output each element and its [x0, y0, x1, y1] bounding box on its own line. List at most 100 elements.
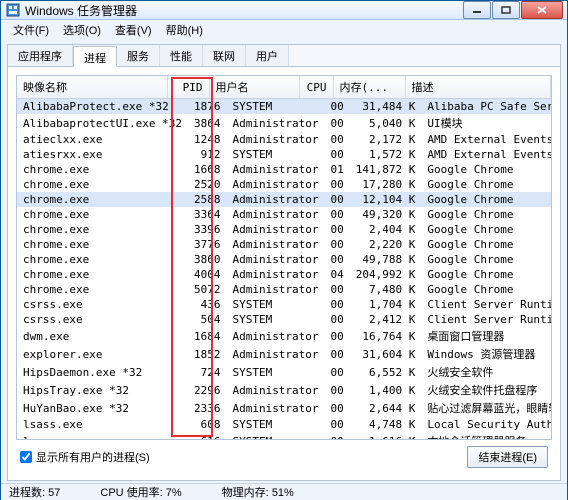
cell-name: chrome.exe [17, 177, 188, 192]
menu-view[interactable]: 查看(V) [109, 20, 158, 40]
cell-user: Administrator [226, 267, 324, 282]
table-row[interactable]: explorer.exe1852Administrator0031,604 KW… [17, 345, 551, 363]
show-all-users-input[interactable] [20, 451, 32, 463]
show-all-users-label: 显示所有用户的进程(S) [36, 449, 150, 465]
cell-mem: 1,572 K [350, 147, 422, 162]
table-row[interactable]: AlibabaProtect.exe *321876SYSTEM0031,484… [17, 99, 551, 114]
tab-networking[interactable]: 联网 [203, 45, 246, 66]
cell-cpu: 00 [325, 363, 350, 381]
cell-cpu: 00 [325, 312, 350, 327]
table-row[interactable]: atiesrxx.exe912SYSTEM001,572 KAMD Extern… [17, 147, 551, 162]
tab-users[interactable]: 用户 [246, 45, 289, 66]
table-row[interactable]: lsm.exe616SYSTEM001,616 K本地会话管理器服务 [17, 432, 551, 439]
table-row[interactable]: chrome.exe1668Administrator01141,872 KGo… [17, 162, 551, 177]
cell-pid: 1852 [188, 345, 227, 363]
table-row[interactable]: HipsDaemon.exe *32724SYSTEM006,552 K火绒安全… [17, 363, 551, 381]
cell-cpu: 00 [325, 177, 350, 192]
content-frame: 应用程序 进程 服务 性能 联网 用户 映像名称 PID 用户名 [7, 44, 561, 481]
cell-mem: 7,480 K [350, 282, 422, 297]
cell-desc: Local Security Authority [421, 417, 551, 432]
cell-user: SYSTEM [226, 312, 324, 327]
cell-user: Administrator [226, 282, 324, 297]
table-row[interactable]: chrome.exe5072Administrator007,480 KGoog… [17, 282, 551, 297]
cell-cpu: 00 [325, 192, 350, 207]
cell-name: chrome.exe [17, 192, 188, 207]
col-header-pid[interactable]: PID [167, 76, 209, 99]
cell-cpu: 00 [325, 345, 350, 363]
cell-pid: 1248 [188, 132, 227, 147]
cell-user: SYSTEM [226, 297, 324, 312]
maximize-button[interactable] [492, 1, 520, 19]
statusbar: 进程数: 57 CPU 使用率: 7% 物理内存: 51% [1, 483, 567, 500]
col-header-cpu[interactable]: CPU [299, 76, 333, 99]
cell-mem: 49,788 K [350, 252, 422, 267]
col-header-mem[interactable]: 内存(... [333, 76, 405, 99]
cell-name: chrome.exe [17, 207, 188, 222]
cell-user: Administrator [226, 399, 324, 417]
cell-name: AlibabaProtect.exe *32 [17, 99, 188, 114]
cell-name: HuYanBao.exe *32 [17, 399, 188, 417]
titlebar[interactable]: Windows 任务管理器 [1, 1, 567, 20]
table-row[interactable]: chrome.exe3776Administrator002,220 KGoog… [17, 237, 551, 252]
table-row[interactable]: dwm.exe1684Administrator0016,764 K桌面窗口管理… [17, 327, 551, 345]
cell-user: SYSTEM [226, 363, 324, 381]
cell-pid: 2588 [188, 192, 227, 207]
table-row[interactable]: chrome.exe4004Administrator04204,992 KGo… [17, 267, 551, 282]
table-row[interactable]: HuYanBao.exe *322336Administrator002,644… [17, 399, 551, 417]
cell-user: Administrator [226, 345, 324, 363]
menu-options[interactable]: 选项(O) [57, 20, 107, 40]
table-row[interactable]: AlibabaprotectUI.exe *323864Administrato… [17, 114, 551, 132]
col-header-desc[interactable]: 描述 [405, 76, 551, 99]
minimize-button[interactable] [463, 1, 491, 19]
tab-processes[interactable]: 进程 [73, 46, 117, 67]
tab-services[interactable]: 服务 [117, 45, 160, 66]
cell-mem: 1,616 K [350, 432, 422, 439]
cell-desc: 火绒安全软件托盘程序 [421, 381, 551, 399]
cell-name: atiesrxx.exe [17, 147, 188, 162]
table-row[interactable]: csrss.exe436SYSTEM001,704 KClient Server… [17, 297, 551, 312]
cell-name: HipsTray.exe *32 [17, 381, 188, 399]
table-row[interactable]: lsass.exe608SYSTEM004,748 KLocal Securit… [17, 417, 551, 432]
cell-mem: 16,764 K [350, 327, 422, 345]
table-row[interactable]: csrss.exe504SYSTEM002,412 KClient Server… [17, 312, 551, 327]
cell-cpu: 00 [325, 114, 350, 132]
cell-name: HipsDaemon.exe *32 [17, 363, 188, 381]
table-row[interactable]: chrome.exe3364Administrator0049,320 KGoo… [17, 207, 551, 222]
table-row[interactable]: HipsTray.exe *322296Administrator001,400… [17, 381, 551, 399]
cell-user: Administrator [226, 162, 324, 177]
menu-help[interactable]: 帮助(H) [160, 20, 209, 40]
cell-mem: 2,404 K [350, 222, 422, 237]
tab-applications[interactable]: 应用程序 [8, 45, 73, 66]
cell-pid: 608 [188, 417, 227, 432]
cell-pid: 5072 [188, 282, 227, 297]
cell-cpu: 00 [325, 381, 350, 399]
process-table-body-scroll[interactable]: AlibabaProtect.exe *321876SYSTEM0031,484… [17, 99, 551, 439]
table-row[interactable]: chrome.exe2588Administrator0012,104 KGoo… [17, 192, 551, 207]
cell-desc: Google Chrome [421, 222, 551, 237]
cell-name: lsm.exe [17, 432, 188, 439]
cell-user: Administrator [226, 252, 324, 267]
col-header-image[interactable]: 映像名称 [17, 76, 167, 99]
cell-user: Administrator [226, 327, 324, 345]
table-row[interactable]: chrome.exe2520Administrator0017,280 KGoo… [17, 177, 551, 192]
table-row[interactable]: chrome.exe3396Administrator002,404 KGoog… [17, 222, 551, 237]
menu-file[interactable]: 文件(F) [7, 20, 55, 40]
show-all-users-checkbox[interactable]: 显示所有用户的进程(S) [20, 449, 150, 465]
cell-desc: AMD External Events Serv [421, 147, 551, 162]
col-header-user[interactable]: 用户名 [209, 76, 299, 99]
cell-name: chrome.exe [17, 162, 188, 177]
cell-desc: Google Chrome [421, 192, 551, 207]
close-button[interactable] [521, 1, 563, 19]
cell-desc: 贴心过滤屏幕蓝光，眼睛轻 [421, 399, 551, 417]
tab-performance[interactable]: 性能 [160, 45, 203, 66]
table-row[interactable]: chrome.exe3860Administrator0049,788 KGoo… [17, 252, 551, 267]
cell-name: chrome.exe [17, 267, 188, 282]
end-process-button[interactable]: 结束进程(E) [467, 446, 548, 468]
cell-desc: 本地会话管理器服务 [421, 432, 551, 439]
cell-cpu: 01 [325, 162, 350, 177]
cell-name: dwm.exe [17, 327, 188, 345]
cell-user: SYSTEM [226, 432, 324, 439]
cell-cpu: 00 [325, 147, 350, 162]
cell-desc: Alibaba PC Safe Service [421, 99, 551, 114]
table-row[interactable]: atieclxx.exe1248Administrator002,172 KAM… [17, 132, 551, 147]
